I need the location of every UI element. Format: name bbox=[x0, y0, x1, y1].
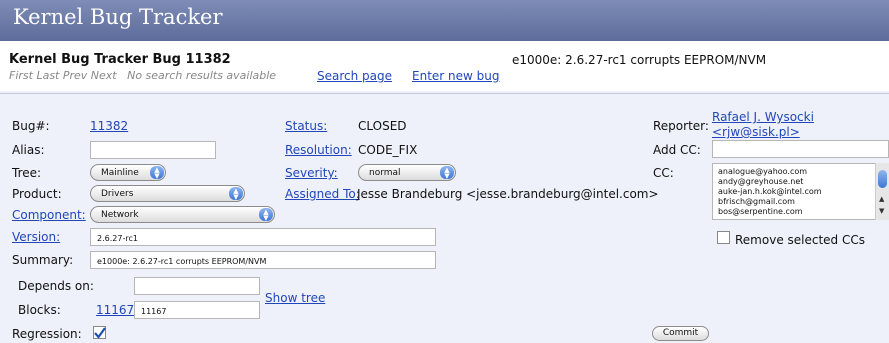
divider bbox=[0, 93, 889, 94]
tree-label: Tree: bbox=[12, 166, 42, 180]
tree-select[interactable]: Mainline ▲ ▼ bbox=[90, 164, 166, 181]
component-select-value: Network bbox=[101, 210, 139, 220]
scroll-up-icon[interactable]: ▲ bbox=[879, 195, 884, 203]
list-item[interactable]: bfrisch@gmail.com bbox=[718, 197, 871, 207]
checkmark-icon bbox=[94, 327, 106, 339]
app-banner: Kernel Bug Tracker bbox=[0, 0, 889, 41]
list-item[interactable]: andy@greyhouse.net bbox=[718, 177, 871, 187]
bug-title: Kernel Bug Tracker Bug 11382 bbox=[9, 52, 231, 67]
resolution-label-link[interactable]: Resolution: bbox=[285, 143, 352, 157]
alias-label: Alias: bbox=[12, 143, 45, 157]
version-label-link[interactable]: Version: bbox=[12, 230, 60, 244]
depends-on-label: Depends on: bbox=[18, 279, 94, 293]
bug-number-link[interactable]: 11382 bbox=[90, 119, 128, 133]
version-field[interactable]: 2.6.27-rc1 bbox=[90, 228, 436, 246]
navigation-text: First Last Prev Next No search results a… bbox=[9, 69, 277, 82]
assigned-to-label-link[interactable]: Assigned To: bbox=[285, 187, 360, 201]
severity-label-link[interactable]: Severity: bbox=[285, 166, 338, 180]
summary-label: Summary: bbox=[12, 253, 74, 267]
enter-new-bug-link[interactable]: Enter new bug bbox=[412, 69, 499, 83]
severity-select[interactable]: normal ▲ ▼ bbox=[358, 164, 456, 181]
remove-cc-checkbox[interactable] bbox=[717, 231, 730, 244]
status-label-link[interactable]: Status: bbox=[285, 119, 327, 133]
product-select-value: Drivers bbox=[101, 189, 134, 199]
reporter-label: Reporter: bbox=[653, 119, 709, 133]
add-cc-label: Add CC: bbox=[653, 143, 701, 157]
blocks-label: Blocks: bbox=[18, 303, 61, 317]
reporter-name-link[interactable]: Rafael J. Wysocki bbox=[712, 110, 814, 124]
commit-button[interactable]: Commit bbox=[652, 326, 709, 341]
scroll-down-icon[interactable]: ▼ bbox=[879, 207, 884, 215]
blocks-link[interactable]: 11167 bbox=[96, 303, 134, 317]
regression-label: Regression: bbox=[12, 327, 82, 341]
tree-select-value: Mainline bbox=[101, 168, 139, 178]
status-value: CLOSED bbox=[358, 119, 407, 133]
scrollbar-thumb[interactable] bbox=[878, 170, 887, 188]
list-item[interactable]: analogue@yahoo.com bbox=[718, 167, 871, 177]
assigned-to-value: Jesse Brandeburg <jesse.brandeburg@intel… bbox=[357, 187, 659, 201]
component-select[interactable]: Network ▲ ▼ bbox=[90, 206, 275, 223]
cc-list-scrollbar[interactable]: ▲ ▼ bbox=[875, 163, 889, 220]
chevron-updown-icon: ▲ ▼ bbox=[440, 166, 454, 180]
list-item[interactable]: auke-jan.h.kok@intel.com bbox=[718, 187, 871, 197]
product-label: Product: bbox=[12, 187, 62, 201]
bug-number-label: Bug#: bbox=[12, 119, 50, 133]
remove-cc-label: Remove selected CCs bbox=[735, 233, 865, 247]
bug-header: Kernel Bug Tracker Bug 11382 e1000e: 2.6… bbox=[0, 41, 889, 91]
resolution-value: CODE_FIX bbox=[358, 143, 418, 157]
cc-label: CC: bbox=[653, 166, 674, 180]
reporter-email-link[interactable]: <rjw@sisk.pl> bbox=[712, 125, 800, 139]
chevron-updown-icon: ▲ ▼ bbox=[229, 187, 243, 201]
component-label-link[interactable]: Component: bbox=[12, 208, 86, 222]
product-select[interactable]: Drivers ▲ ▼ bbox=[90, 185, 245, 202]
cc-list[interactable]: analogue@yahoo.com andy@greyhouse.net au… bbox=[712, 163, 877, 220]
chevron-updown-icon: ▲ ▼ bbox=[259, 208, 273, 222]
search-page-link[interactable]: Search page bbox=[317, 69, 392, 83]
blocks-input[interactable]: 11167 bbox=[134, 301, 260, 319]
alias-input[interactable] bbox=[90, 141, 216, 159]
regression-checkbox[interactable] bbox=[93, 326, 106, 339]
show-tree-link[interactable]: Show tree bbox=[265, 291, 325, 305]
chevron-updown-icon: ▲ ▼ bbox=[150, 166, 164, 180]
severity-select-value: normal bbox=[369, 168, 401, 178]
depends-on-input[interactable] bbox=[134, 277, 260, 295]
summary-field[interactable]: e1000e: 2.6.27-rc1 corrupts EEPROM/NVM bbox=[90, 251, 436, 269]
bug-summary-heading: e1000e: 2.6.27-rc1 corrupts EEPROM/NVM bbox=[512, 53, 767, 67]
app-title: Kernel Bug Tracker bbox=[13, 5, 223, 29]
add-cc-input[interactable] bbox=[712, 140, 889, 158]
list-item[interactable]: bos@serpentine.com bbox=[718, 207, 871, 217]
